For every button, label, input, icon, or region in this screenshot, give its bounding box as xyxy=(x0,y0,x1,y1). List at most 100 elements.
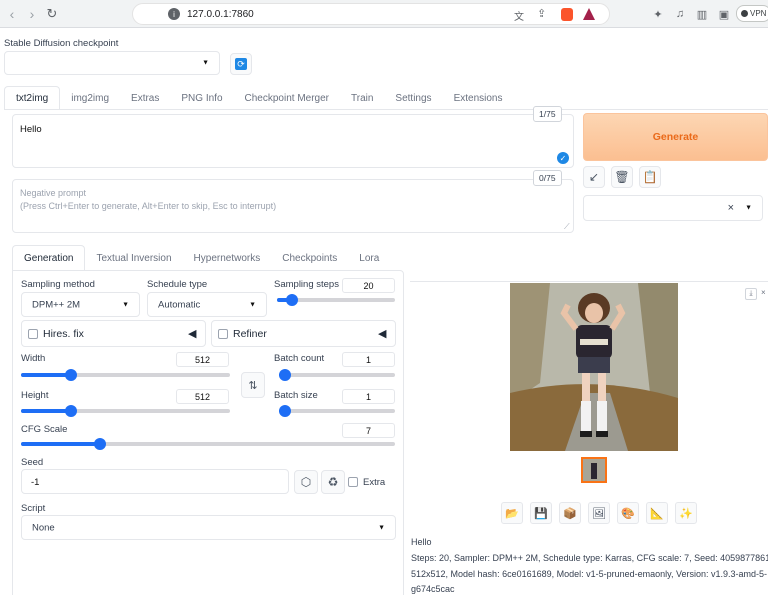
slider-thumb[interactable] xyxy=(65,405,78,417)
upscale-button[interactable]: ✨ xyxy=(675,502,697,524)
script-value: None xyxy=(32,522,55,533)
cfg-scale-input[interactable]: 7 xyxy=(342,423,395,438)
tab-txt2img[interactable]: txt2img xyxy=(4,86,61,110)
height-slider[interactable] xyxy=(21,405,230,417)
generate-button[interactable]: Generate xyxy=(583,113,768,161)
address-bar[interactable]: i 127.0.0.1:7860 文 ⇪ xyxy=(132,3,610,25)
generation-info-line-3: g674c5cac xyxy=(411,584,455,594)
translate-icon[interactable]: 文 xyxy=(514,8,524,23)
share-icon[interactable]: ⇪ xyxy=(537,7,546,20)
batch-count-slider[interactable] xyxy=(279,369,395,381)
tab-generation[interactable]: Generation xyxy=(12,245,86,271)
tab-textual-inversion[interactable]: Textual Inversion xyxy=(85,245,182,271)
image-thumbnail[interactable] xyxy=(581,457,607,483)
prompt-text: Hello xyxy=(20,124,42,135)
site-info-icon[interactable]: i xyxy=(168,8,180,20)
extra-seed-label: Extra xyxy=(363,477,386,488)
sampling-method-select[interactable]: DPM++ 2M ▼ xyxy=(21,292,140,317)
send-to-inpaint-button[interactable]: 🎨 xyxy=(617,502,639,524)
resize-handle-icon[interactable]: ⟋ xyxy=(564,222,570,232)
dice-icon: ⬡ xyxy=(300,475,312,489)
batch-count-input[interactable]: 1 xyxy=(342,352,395,367)
reload-icon[interactable]: ↻ xyxy=(42,4,62,24)
checkpoint-select[interactable]: ▼ xyxy=(4,51,220,75)
height-input[interactable]: 512 xyxy=(176,389,229,404)
chevron-down-icon: ▼ xyxy=(249,301,256,308)
batch-size-slider[interactable] xyxy=(279,405,395,417)
hires-fix-accordion[interactable]: Hires. fix ◀ xyxy=(21,320,206,347)
wallet-icon[interactable]: ▣ xyxy=(716,6,732,22)
random-seed-button[interactable]: ⬡ xyxy=(294,470,318,494)
generation-info-line-1: Steps: 20, Sampler: DPM++ 2M, Schedule t… xyxy=(411,553,768,563)
apply-styles-button[interactable]: 📋 xyxy=(639,166,661,188)
seed-value: -1 xyxy=(31,477,40,488)
tab-lora[interactable]: Lora xyxy=(348,245,390,271)
forward-icon[interactable]: › xyxy=(22,4,42,24)
tab-settings[interactable]: Settings xyxy=(384,86,442,110)
sampling-method-label: Sampling method xyxy=(21,279,95,290)
prompt-input[interactable]: Hello ✓ xyxy=(12,114,574,168)
cfg-scale-slider[interactable] xyxy=(21,438,395,450)
sampling-steps-input[interactable]: 20 xyxy=(342,278,395,293)
refresh-checkpoint-button[interactable]: ⟳ xyxy=(230,53,252,75)
tab-train[interactable]: Train xyxy=(340,86,384,110)
tab-checkpoint-merger[interactable]: Checkpoint Merger xyxy=(234,86,340,110)
width-label: Width xyxy=(21,353,46,364)
reuse-seed-button[interactable]: ♻ xyxy=(321,470,345,494)
read-params-button[interactable]: ↙ xyxy=(583,166,605,188)
script-label: Script xyxy=(21,503,46,514)
height-label: Height xyxy=(21,390,49,401)
sampling-steps-slider[interactable] xyxy=(277,294,395,306)
collapse-arrow-icon[interactable]: ◀ xyxy=(188,327,196,340)
sidebar-icon[interactable]: ▥ xyxy=(694,6,710,22)
slider-thumb[interactable] xyxy=(279,405,291,417)
slider-thumb[interactable] xyxy=(286,294,299,306)
script-select[interactable]: None ▼ xyxy=(21,515,396,540)
batch-size-input[interactable]: 1 xyxy=(342,389,395,404)
extra-seed-checkbox[interactable] xyxy=(348,477,358,487)
width-slider[interactable] xyxy=(21,369,230,381)
collapse-arrow-icon[interactable]: ◀ xyxy=(378,327,386,340)
tab-extras[interactable]: Extras xyxy=(120,86,170,110)
refiner-accordion[interactable]: Refiner ◀ xyxy=(211,320,396,347)
negative-prompt-input[interactable]: Negative prompt (Press Ctrl+Enter to gen… xyxy=(12,179,574,233)
swap-dimensions-button[interactable]: ⇅ xyxy=(241,372,265,398)
open-folder-button[interactable]: 📂 xyxy=(501,502,523,524)
generation-info-line-2: 512x512, Model hash: 6ce0161689, Model: … xyxy=(411,569,768,579)
slider-thumb[interactable] xyxy=(93,438,106,450)
clear-icon[interactable]: × xyxy=(728,202,734,214)
extensions-icon[interactable]: ✦ xyxy=(650,6,666,22)
tabs-divider xyxy=(4,109,768,110)
tab-hypernetworks[interactable]: Hypernetworks xyxy=(183,245,272,271)
brave-shield-icon[interactable] xyxy=(561,8,573,21)
hires-fix-checkbox[interactable] xyxy=(28,329,38,339)
send-to-extras-button[interactable]: 📐 xyxy=(646,502,668,524)
slider-thumb[interactable] xyxy=(279,369,291,381)
vpn-button[interactable]: VPN xyxy=(736,5,768,22)
negative-prompt-token-counter: 0/75 xyxy=(533,170,562,186)
save-button[interactable]: 💾 xyxy=(530,502,552,524)
tab-img2img[interactable]: img2img xyxy=(60,86,120,110)
close-icon[interactable]: × xyxy=(761,288,766,297)
media-icon[interactable]: ♫ xyxy=(672,6,688,22)
generated-image[interactable] xyxy=(510,283,678,451)
tab-extensions[interactable]: Extensions xyxy=(443,86,514,110)
hires-fix-label: Hires. fix xyxy=(43,328,84,340)
send-to-img2img-button[interactable]: 🖼 xyxy=(588,502,610,524)
sub-tabs: Generation Textual Inversion Hypernetwor… xyxy=(12,245,390,271)
schedule-type-select[interactable]: Automatic ▼ xyxy=(147,292,267,317)
slider-thumb[interactable] xyxy=(65,369,78,381)
tab-checkpoints[interactable]: Checkpoints xyxy=(271,245,348,271)
refiner-checkbox[interactable] xyxy=(218,329,228,339)
brave-rewards-icon[interactable] xyxy=(583,8,595,20)
cfg-scale-label: CFG Scale xyxy=(21,424,68,435)
tab-png-info[interactable]: PNG Info xyxy=(170,86,233,110)
clear-prompt-button[interactable]: 🗑 xyxy=(611,166,633,188)
styles-select[interactable]: × ▼ xyxy=(583,195,763,221)
zip-button[interactable]: 📦 xyxy=(559,502,581,524)
batch-size-label: Batch size xyxy=(274,390,318,401)
back-icon[interactable]: ‹ xyxy=(2,4,22,24)
width-input[interactable]: 512 xyxy=(176,352,229,367)
seed-input[interactable]: -1 xyxy=(21,469,289,494)
download-icon[interactable]: ⤓ xyxy=(745,288,757,300)
